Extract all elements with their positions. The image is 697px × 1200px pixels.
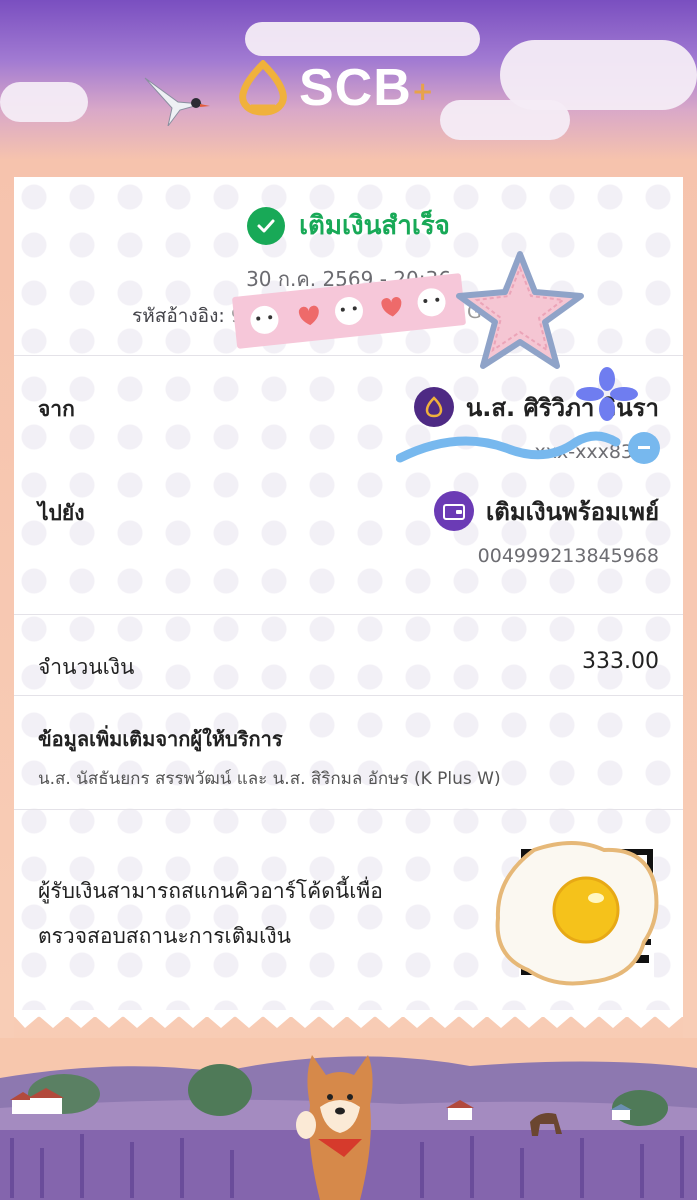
- reference-label: รหัสอ้างอิง:: [132, 305, 225, 327]
- wallet-icon: [434, 491, 475, 531]
- divider: [14, 695, 683, 696]
- qr-instruction-line: ตรวจสอบสถานะการเติมเงิน: [38, 924, 291, 948]
- header: SCB +: [0, 58, 697, 128]
- to-name: เติมเงินพร้อมเพย์: [486, 497, 659, 526]
- shiba-dog-decoration: [296, 1055, 373, 1200]
- bird-decoration: [144, 77, 210, 126]
- check-icon: [247, 206, 286, 245]
- blue-flower-doodle: [576, 367, 638, 421]
- status-text: เติมเงินสำเร็จ: [299, 211, 450, 241]
- amount-value: 333.00: [582, 649, 659, 674]
- to-account: เติมเงินพร้อมเพย์: [434, 491, 659, 531]
- scb-logo: SCB +: [235, 58, 434, 118]
- extra-info-value: น.ส. นัสธันยกร สรรพวัฒน์ และ น.ส. สิริกม…: [38, 769, 501, 789]
- status-row: เติมเงินสำเร็จ: [14, 205, 683, 246]
- star-sticker: [456, 251, 584, 369]
- fried-egg-sticker: [495, 841, 659, 986]
- to-account-number: 004999213845968: [477, 545, 659, 567]
- receipt-zigzag-edge: [0, 1010, 697, 1038]
- cloud-decoration: [245, 22, 480, 56]
- brand-name: SCB: [299, 59, 412, 117]
- scb-emblem-icon: [239, 60, 287, 116]
- qr-instruction-line: ผู้รับเงินสามารถสแกนคิวอาร์โค้ดนี้เพื่อ: [38, 879, 383, 903]
- divider: [14, 614, 683, 615]
- to-label: ไปยัง: [38, 501, 85, 525]
- qr-instruction: ผู้รับเงินสามารถสแกนคิวอาร์โค้ดนี้เพื่อ …: [38, 869, 458, 959]
- amount-label: จำนวนเงิน: [38, 655, 135, 679]
- divider: [14, 809, 683, 810]
- extra-info-title: ข้อมูลเพิ่มเติมจากผู้ให้บริการ: [38, 727, 283, 751]
- blue-scribble-doodle: [396, 431, 660, 464]
- from-label: จาก: [38, 397, 75, 421]
- brand-plus-icon: +: [411, 77, 434, 107]
